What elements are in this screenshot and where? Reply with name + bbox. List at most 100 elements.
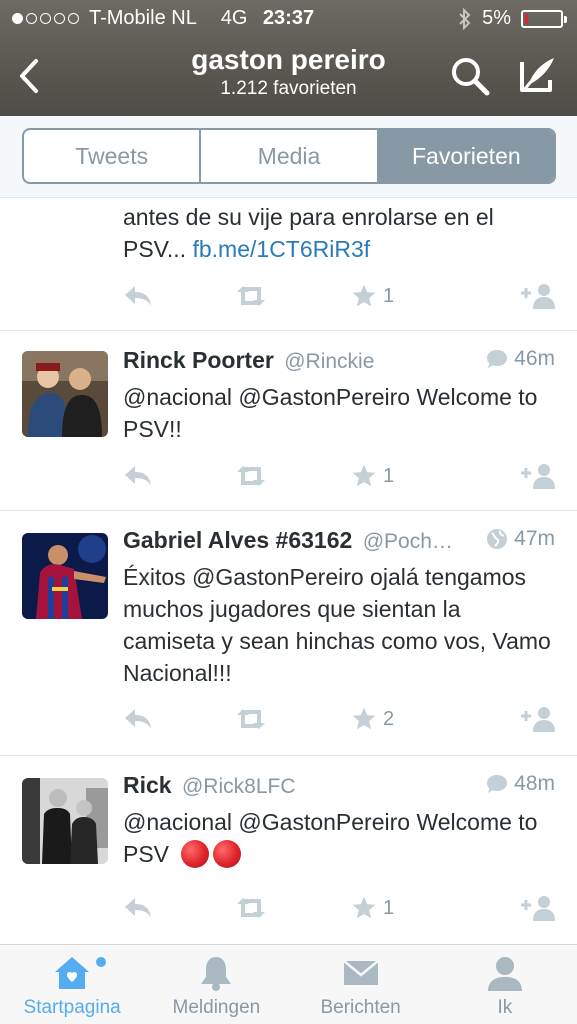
avatar[interactable] (22, 533, 108, 619)
tweet-meta: 47m (486, 527, 555, 551)
compose-quill-icon (520, 58, 554, 92)
favorite-count: 2 (383, 707, 395, 730)
tweet-item[interactable]: Rick @Rick8LFC 48m @nacional @GastonPere… (0, 756, 577, 944)
author-handle[interactable]: @Rick8LFC (182, 775, 296, 798)
avatar[interactable] (22, 778, 108, 864)
tab-label: Ik (497, 997, 513, 1018)
tab-meldingen[interactable]: Meldingen (144, 945, 288, 1024)
follow-button[interactable] (519, 281, 557, 311)
nav-title: gaston pereiro 1.212 favorieten (0, 44, 577, 100)
bottom-tab-bar: Startpagina Meldingen Berichten Ik (0, 944, 577, 1024)
author-name[interactable]: Rick (123, 772, 172, 798)
search-icon (452, 58, 490, 96)
tweet-item[interactable]: Gabriel Alves #63162 @Poch… 47m Éxitos @… (0, 511, 577, 756)
favorites-count: 1.212 favorieten (220, 78, 357, 99)
speech-bubble-icon (487, 775, 508, 793)
tweet-text: antes de su vije para enrolarse en el PS… (123, 201, 555, 265)
tweet-header: Rinck Poorter @Rinckie 46m (123, 347, 555, 379)
retweet-icon (237, 286, 265, 306)
retweet-icon (237, 709, 265, 729)
bluetooth-icon (459, 7, 471, 30)
reply-button[interactable] (123, 893, 153, 923)
reply-button[interactable] (123, 281, 153, 311)
follow-user-icon (521, 896, 555, 921)
battery-icon (521, 9, 567, 28)
star-icon (352, 896, 376, 919)
profile-header: T-Mobile NL 4G 23:37 5% gaston pereiro 1… (0, 0, 577, 116)
tweet-text: @nacional @GastonPereiro Welcome to PSV!… (123, 384, 538, 442)
follow-button[interactable] (519, 461, 557, 491)
status-right: 5% (458, 7, 567, 30)
tweet-meta: 46m (486, 347, 555, 371)
tweet-actions: 1 (123, 893, 557, 923)
favorite-count: 1 (383, 896, 395, 919)
retweet-button[interactable] (233, 461, 269, 491)
favorite-count: 1 (383, 284, 395, 307)
favorite-count: 1 (383, 464, 395, 487)
follow-user-icon (521, 707, 555, 732)
tweet-time: 48m (514, 772, 555, 795)
tab-tweets[interactable]: Tweets (24, 130, 202, 182)
battery-percent: 5% (482, 7, 511, 29)
red-circle-emoji (181, 840, 245, 868)
retweet-icon (237, 898, 265, 918)
avatar[interactable] (22, 351, 108, 437)
envelope-icon (342, 960, 379, 985)
tweet-time: 47m (514, 527, 555, 550)
profile-name: gaston pereiro (191, 44, 386, 75)
status-bar: T-Mobile NL 4G 23:37 5% (0, 0, 577, 36)
star-icon (352, 284, 376, 307)
tab-ik[interactable]: Ik (433, 945, 577, 1024)
retweet-button[interactable] (233, 893, 269, 923)
tweet-link[interactable]: fb.me/1CT6RiR3f (192, 236, 370, 262)
person-icon (487, 957, 522, 991)
tweet-time: 46m (514, 347, 555, 370)
home-icon (55, 957, 90, 989)
tab-label: Meldingen (172, 997, 261, 1018)
author-name[interactable]: Gabriel Alves #63162 (123, 527, 352, 553)
author-handle[interactable]: @Rinckie (284, 350, 374, 373)
tab-label: Startpagina (23, 997, 121, 1018)
favorites-feed[interactable]: antes de su vije para enrolarse en el PS… (0, 198, 577, 944)
follow-button[interactable] (519, 893, 557, 923)
favorite-button[interactable]: 1 (351, 893, 394, 923)
tab-media[interactable]: Media (201, 130, 379, 182)
notification-dot (96, 957, 106, 967)
bell-icon (201, 957, 232, 991)
tab-berichten[interactable]: Berichten (289, 945, 433, 1024)
reply-icon (125, 286, 151, 306)
star-icon (352, 464, 376, 487)
tweet-header: Gabriel Alves #63162 @Poch… 47m (123, 527, 555, 559)
tweet-item[interactable]: Rinck Poorter @Rinckie 46m @nacional @Ga… (0, 331, 577, 511)
retweet-button[interactable] (233, 281, 269, 311)
retweet-button[interactable] (233, 704, 269, 734)
tab-favorieten[interactable]: Favorieten (378, 130, 554, 182)
tweet-actions: 1 (123, 461, 557, 491)
reply-icon (125, 709, 151, 729)
profile-tabs-area: Tweets Media Favorieten (0, 116, 577, 198)
tab-label: Berichten (320, 997, 401, 1018)
favorite-button[interactable]: 2 (351, 704, 394, 734)
star-icon (352, 707, 376, 730)
reply-icon (125, 898, 151, 918)
search-button[interactable] (450, 56, 490, 96)
compose-tweet-button[interactable] (516, 54, 558, 96)
tweet-item[interactable]: antes de su vije para enrolarse en el PS… (0, 198, 577, 331)
globe-icon (487, 529, 508, 549)
tweet-header: Rick @Rick8LFC 48m (123, 772, 555, 804)
reply-icon (125, 466, 151, 486)
profile-segmented-control: Tweets Media Favorieten (22, 128, 556, 184)
author-name[interactable]: Rinck Poorter (123, 347, 274, 373)
favorite-button[interactable]: 1 (351, 281, 394, 311)
favorite-button[interactable]: 1 (351, 461, 394, 491)
reply-button[interactable] (123, 704, 153, 734)
follow-button[interactable] (519, 704, 557, 734)
tweet-actions: 2 (123, 704, 557, 734)
author-handle[interactable]: @Poch… (363, 530, 453, 553)
tab-startpagina[interactable]: Startpagina (0, 945, 144, 1024)
reply-button[interactable] (123, 461, 153, 491)
tweet-meta: 48m (486, 772, 555, 796)
retweet-icon (237, 466, 265, 486)
follow-user-icon (521, 284, 555, 309)
tweet-text: Éxitos @GastonPereiro ojalá tengamos muc… (123, 564, 551, 686)
